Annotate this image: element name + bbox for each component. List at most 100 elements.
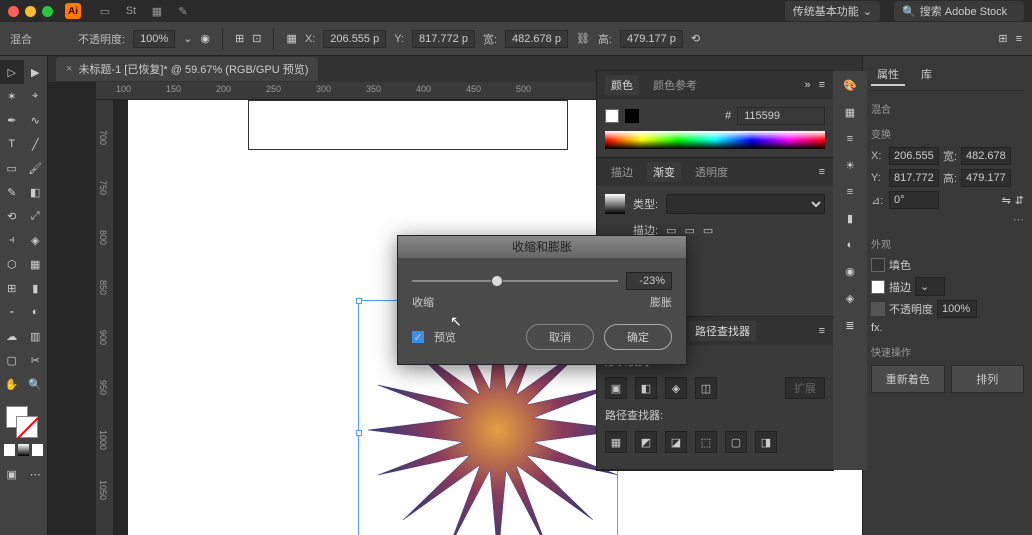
tab-libraries[interactable]: 库 xyxy=(915,64,938,86)
minus-front-button[interactable]: ◧ xyxy=(635,377,657,399)
tab-color-guide[interactable]: 颜色参考 xyxy=(647,75,703,95)
lasso-tool[interactable]: ⌖ xyxy=(24,84,48,108)
slider-thumb[interactable] xyxy=(491,275,503,287)
brushes-panel-icon[interactable]: ≡ xyxy=(847,133,853,145)
prop-angle-input[interactable]: 0° xyxy=(889,191,939,209)
transparency-panel-icon[interactable]: ◐ xyxy=(847,239,854,251)
align2-icon[interactable]: ⊡ xyxy=(252,32,261,45)
ok-button[interactable]: 确定 xyxy=(604,324,672,350)
magic-wand-tool[interactable]: ✶ xyxy=(0,84,24,108)
tab-stroke[interactable]: 描边 xyxy=(605,162,639,182)
color-panel-icon[interactable]: 🎨 xyxy=(843,79,857,92)
divide-button[interactable]: ▦ xyxy=(605,431,627,453)
arrange-button[interactable]: 排列 xyxy=(951,365,1025,393)
swatches-panel-icon[interactable]: ▦ xyxy=(845,106,855,119)
tab-pathfinder[interactable]: 路径查找器 xyxy=(689,321,756,341)
merge-button[interactable]: ◪ xyxy=(665,431,687,453)
document-tab[interactable]: × 未标题-1 [已恢复]* @ 59.67% (RGB/GPU 预览) xyxy=(56,57,318,81)
layers-panel-icon[interactable]: ≣ xyxy=(845,319,854,332)
fx-label[interactable]: fx. xyxy=(871,322,883,334)
color-mode[interactable] xyxy=(4,444,15,456)
unite-button[interactable]: ▣ xyxy=(605,377,627,399)
opacity-input[interactable]: 100% xyxy=(133,30,175,48)
fill-swatch[interactable] xyxy=(871,258,885,272)
prop-w-input[interactable]: 482.678 xyxy=(961,147,1011,165)
screen-mode[interactable]: ▣ xyxy=(0,462,24,486)
intersect-button[interactable]: ◈ xyxy=(665,377,687,399)
color-stroke-swatch[interactable] xyxy=(625,109,639,123)
eraser-tool[interactable]: ◧ xyxy=(24,180,48,204)
shape-builder-tool[interactable]: ⬡ xyxy=(0,252,24,276)
menu-icon[interactable]: ≡ xyxy=(1016,33,1022,45)
search-stock-input[interactable]: 🔍 搜索 Adobe Stock xyxy=(894,1,1024,21)
preview-checkbox[interactable]: ✓ xyxy=(412,331,424,343)
eyedropper-tool[interactable]: ⁃ xyxy=(0,300,24,324)
minimize-window[interactable] xyxy=(25,6,36,17)
pen-tool[interactable]: ✒ xyxy=(0,108,24,132)
panel-menu-icon[interactable]: ≡ xyxy=(819,79,825,91)
prop-y-input[interactable]: 817.772 xyxy=(889,169,939,187)
color-spectrum[interactable] xyxy=(605,131,825,149)
gradient-mode[interactable] xyxy=(18,444,29,456)
direct-selection-tool[interactable]: ▶ xyxy=(24,60,48,84)
minus-back-button[interactable]: ◨ xyxy=(755,431,777,453)
tab-transparency[interactable]: 透明度 xyxy=(689,162,734,182)
close-window[interactable] xyxy=(8,6,19,17)
prop-x-input[interactable]: 206.555 xyxy=(889,147,939,165)
rectangle-tool[interactable]: ▭ xyxy=(0,156,24,180)
flip-v-icon[interactable]: ⇵ xyxy=(1015,194,1024,207)
gradient-type-select[interactable] xyxy=(666,194,825,214)
flip-h-icon[interactable]: ⇋ xyxy=(1002,194,1011,207)
gradient-preview[interactable] xyxy=(605,194,625,214)
workspace-selector[interactable]: 传统基本功能 ⌄ xyxy=(785,1,880,21)
recolor-button[interactable]: 重新着色 xyxy=(871,365,945,393)
effect-slider[interactable] xyxy=(412,280,618,282)
more-options[interactable]: ⋯ xyxy=(871,213,1024,226)
color-swatches[interactable] xyxy=(0,402,47,442)
zoom-tool[interactable]: 🔍 xyxy=(24,372,48,396)
edit-toolbar[interactable]: ⋯ xyxy=(24,462,48,486)
w-input[interactable]: 482.678 p xyxy=(505,30,568,48)
slice-tool[interactable]: ✂ xyxy=(24,348,48,372)
bridge-icon[interactable]: ✎ xyxy=(175,3,191,19)
y-input[interactable]: 817.772 p xyxy=(412,30,475,48)
arrange-icon[interactable]: ▦ xyxy=(149,3,165,19)
shaper-tool[interactable]: ✎ xyxy=(0,180,24,204)
chevron-down-icon[interactable]: ⌄ xyxy=(183,32,192,45)
opacity-input[interactable]: 100% xyxy=(937,300,977,318)
brush-tool[interactable]: 🖌 xyxy=(24,156,48,180)
stroke-panel-icon[interactable]: ≡ xyxy=(847,186,853,198)
stroke-grad-3[interactable]: ▭ xyxy=(703,224,713,237)
home-icon[interactable]: ▭ xyxy=(97,3,113,19)
blend-tool[interactable]: ◐ xyxy=(24,300,48,324)
artboard-tool[interactable]: ▢ xyxy=(0,348,24,372)
stroke-swatch[interactable] xyxy=(16,416,38,438)
symbol-tool[interactable]: ☁ xyxy=(0,324,24,348)
tab-color[interactable]: 颜色 xyxy=(605,75,639,95)
selection-tool[interactable]: ▷ xyxy=(0,60,24,84)
hand-tool[interactable]: ✋ xyxy=(0,372,24,396)
appearance-panel-icon[interactable]: ◉ xyxy=(845,265,855,278)
link-icon[interactable]: ⛓ xyxy=(576,32,590,45)
panel-menu-icon[interactable]: ≡ xyxy=(819,166,825,178)
color-fill-swatch[interactable] xyxy=(605,109,619,123)
hex-input[interactable]: 115599 xyxy=(737,107,825,125)
graph-tool[interactable]: ▥ xyxy=(24,324,48,348)
mesh-tool[interactable]: ⊞ xyxy=(0,276,24,300)
doc-icon[interactable]: St xyxy=(123,3,139,19)
tab-properties[interactable]: 属性 xyxy=(871,64,905,86)
free-transform-tool[interactable]: ◈ xyxy=(24,228,48,252)
stroke-weight-input[interactable]: ⌄ xyxy=(915,277,945,296)
none-mode[interactable] xyxy=(32,444,43,456)
stroke-swatch[interactable] xyxy=(871,280,885,294)
curvature-tool[interactable]: ∿ xyxy=(24,108,48,132)
gradient-panel-icon[interactable]: ▮ xyxy=(847,212,853,225)
ruler-vertical[interactable]: 700 750 800 850 900 950 1000 1050 xyxy=(96,100,114,535)
cancel-button[interactable]: 取消 xyxy=(526,324,594,350)
opacity-swatch[interactable] xyxy=(871,302,885,316)
scale-tool[interactable]: ⤢ xyxy=(24,204,48,228)
width-tool[interactable]: ⫞ xyxy=(0,228,24,252)
perspective-tool[interactable]: ▦ xyxy=(24,252,48,276)
crop-button[interactable]: ⬚ xyxy=(695,431,717,453)
slider-value-input[interactable]: -23% xyxy=(626,272,672,290)
